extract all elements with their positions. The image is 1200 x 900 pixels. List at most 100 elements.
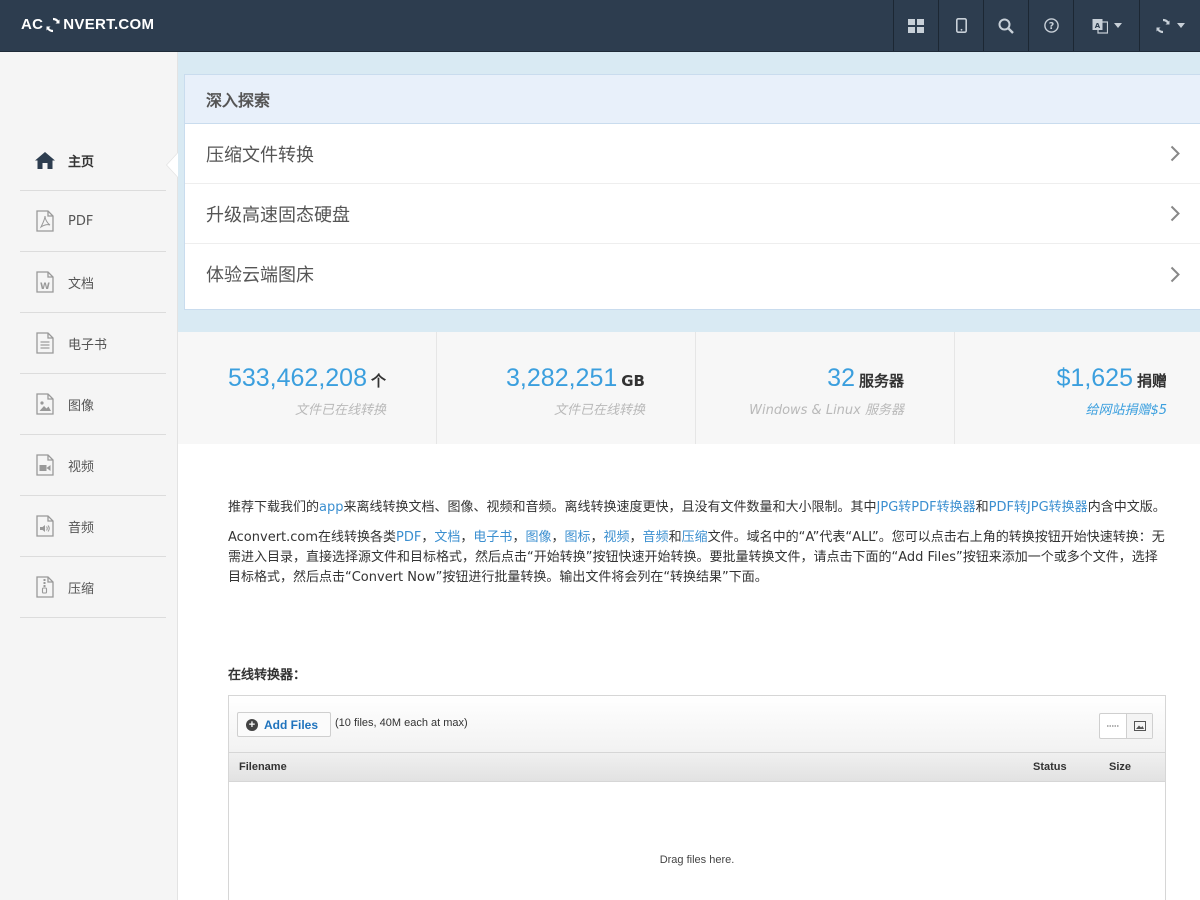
archive-link[interactable]: 压缩 (682, 530, 708, 545)
video-file-icon (34, 454, 56, 476)
sidebar-item-archive[interactable]: 压缩 (20, 557, 166, 618)
separator: ， (460, 530, 474, 545)
site-logo[interactable]: AC NVERT.COM (21, 16, 154, 33)
chevron-down-icon (1113, 23, 1122, 28)
text-span: 和 (975, 500, 989, 515)
stat-unit: GB (621, 372, 645, 390)
sidebar-item-video[interactable]: 视频 (20, 435, 166, 496)
sidebar-item-label: 视频 (68, 459, 95, 475)
sidebar-item-label: 主页 (68, 154, 95, 170)
help-icon: ? (1043, 18, 1059, 33)
ebook-file-icon (34, 332, 56, 354)
icon-link[interactable]: 图标 (564, 530, 590, 545)
explore-link-ssd[interactable]: 升级高速固态硬盘 (185, 184, 1200, 244)
separator: ， (512, 530, 526, 545)
donate-link[interactable]: 给网站捐赠$5 (955, 399, 1167, 418)
mobile-button[interactable] (938, 0, 983, 51)
file-drop-zone[interactable]: Drag files here. (229, 854, 1165, 866)
text-span: 内含中文版。 (1087, 500, 1166, 515)
word-file-icon: W (34, 271, 56, 293)
converter-toolbar: + Add Files (10 files, 40M each at max) (229, 696, 1165, 753)
list-view-icon (1107, 725, 1119, 727)
separator: ， (421, 530, 435, 545)
intro-paragraph-about: Aconvert.com在线转换各类PDF，文档，电子书，图像，图标，视频，音频… (228, 528, 1168, 588)
sidebar-item-image[interactable]: 图像 (20, 374, 166, 435)
svg-text:A: A (1094, 22, 1100, 30)
pdf-link[interactable]: PDF (396, 530, 421, 545)
chevron-right-icon (1170, 205, 1180, 222)
sidebar-item-home[interactable]: 主页 (20, 130, 166, 191)
sidebar-item-label: 音频 (68, 520, 95, 536)
apps-grid-icon (908, 18, 924, 33)
active-item-pointer (167, 153, 178, 177)
svg-text:?: ? (1048, 21, 1054, 32)
language-button[interactable]: A (1073, 0, 1139, 51)
thumbnail-view-button[interactable] (1126, 714, 1152, 738)
explore-link-cloud-image[interactable]: 体验云端图床 (185, 244, 1200, 304)
stat-unit: 服务器 (858, 372, 904, 390)
help-button[interactable]: ? (1028, 0, 1073, 51)
chevron-right-icon (1170, 266, 1180, 282)
stat-unit: 个 (370, 372, 386, 390)
sidebar-item-document[interactable]: W 文档 (20, 252, 166, 313)
explore-section: 深入探索 压缩文件转换 升级高速固态硬盘 体验云端图床 (178, 52, 1200, 332)
language-icon: A (1092, 18, 1108, 34)
file-limit-hint: (10 files, 40M each at max) (335, 717, 468, 729)
add-files-button[interactable]: + Add Files (237, 712, 332, 737)
document-link[interactable]: 文档 (434, 530, 460, 545)
pdf-file-icon (34, 210, 56, 232)
sidebar-item-label: 图像 (68, 398, 95, 414)
converter-heading: 在线转换器： (228, 668, 307, 683)
text-span: 来离线转换文档、图像、视频和音频。离线转换速度更快，且没有文件数量和大小限制。其… (343, 500, 877, 515)
ebook-link[interactable]: 电子书 (473, 530, 512, 545)
view-toggle (1099, 713, 1153, 739)
sidebar-item-audio[interactable]: 音频 (20, 496, 166, 557)
image-link[interactable]: 图像 (525, 530, 551, 545)
explore-link-compress[interactable]: 压缩文件转换 (185, 124, 1200, 184)
sidebar-item-ebook[interactable]: 电子书 (20, 313, 166, 374)
list-view-button[interactable] (1100, 714, 1126, 738)
text-span: 推荐下载我们的 (228, 500, 320, 515)
audio-link[interactable]: 音频 (643, 530, 669, 545)
sidebar-item-label: 电子书 (68, 337, 108, 353)
separator: ， (590, 530, 604, 545)
sidebar-item-pdf[interactable]: PDF (20, 191, 166, 252)
search-button[interactable] (983, 0, 1028, 51)
stat-number: 32 (827, 364, 855, 392)
sidebar: 主页 PDF W 文档 电子书 图像 视频 音频 压缩 (0, 52, 178, 900)
separator: ， (629, 530, 643, 545)
apps-grid-button[interactable] (893, 0, 938, 51)
explore-link-label: 体验云端图床 (206, 265, 314, 286)
quick-convert-button[interactable] (1139, 0, 1200, 51)
intro-paragraph-app: 推荐下载我们的app来离线转换文档、图像、视频和音频。离线转换速度更快，且没有文… (228, 498, 1168, 518)
explore-title: 深入探索 (185, 75, 1200, 124)
column-status[interactable]: Status (1033, 761, 1067, 773)
archive-file-icon (34, 576, 56, 598)
explore-panel: 深入探索 压缩文件转换 升级高速固态硬盘 体验云端图床 (184, 74, 1200, 310)
jpg-to-pdf-link[interactable]: JPG转PDF转换器 (877, 500, 976, 515)
column-filename[interactable]: Filename (239, 761, 287, 773)
video-link[interactable]: 视频 (604, 530, 630, 545)
column-size[interactable]: Size (1109, 761, 1131, 773)
convert-refresh-icon (1156, 18, 1170, 33)
home-icon (34, 149, 56, 171)
stat-number: $1,625 (1056, 364, 1133, 392)
plus-circle-icon: + (246, 718, 258, 731)
explore-link-label: 升级高速固态硬盘 (206, 204, 350, 226)
separator: ， (551, 530, 565, 545)
logo-text-left: AC (21, 16, 44, 33)
sidebar-item-label: PDF (68, 213, 94, 229)
pdf-to-jpg-link[interactable]: PDF转JPG转换器 (989, 500, 1088, 515)
app-link[interactable]: app (319, 500, 343, 515)
stats-bar: 533,462,208 个 文件已在线转换 3,282,251 GB 文件已在线转换… (178, 332, 1200, 444)
logo-text-right: NVERT.COM (63, 16, 155, 33)
chevron-down-icon (1177, 23, 1185, 28)
chevron-right-icon (1170, 145, 1180, 162)
top-nav: ? A (893, 0, 1200, 51)
stat-caption: 文件已在线转换 (294, 403, 386, 418)
stat-unit: 捐赠 (1136, 372, 1167, 390)
stat-servers: 32 服务器 Windows & Linux 服务器 (696, 332, 955, 444)
sidebar-item-label: 文档 (68, 276, 95, 292)
file-converter: + Add Files (10 files, 40M each at max) … (228, 695, 1166, 900)
stat-donations: $1,625 捐赠 给网站捐赠$5 (955, 332, 1200, 444)
